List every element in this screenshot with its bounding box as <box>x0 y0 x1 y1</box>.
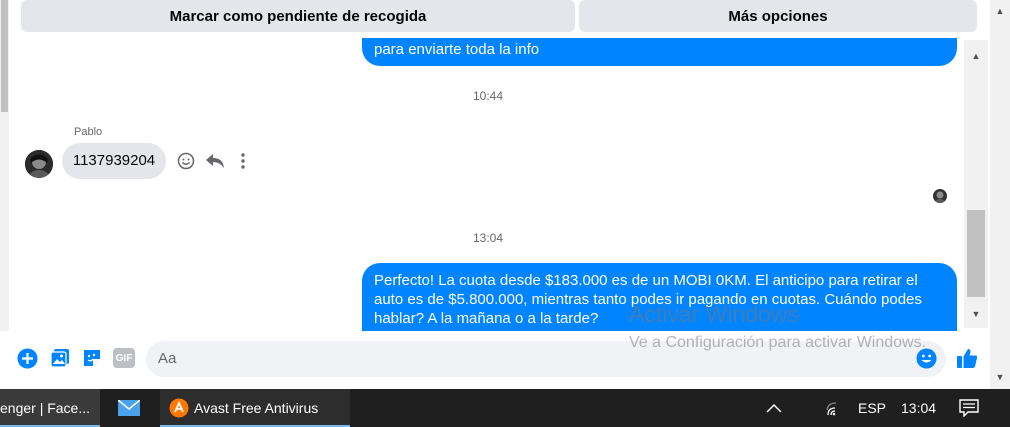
reply-icon[interactable] <box>204 151 226 171</box>
notifications-icon[interactable] <box>955 389 983 427</box>
mark-pending-button[interactable]: Marcar como pendiente de recogida <box>21 0 575 32</box>
activation-watermark-title: Activar Windows <box>629 301 799 327</box>
scroll-up-arrow[interactable]: ▲ <box>964 48 988 64</box>
chevron-up-icon[interactable] <box>760 389 788 427</box>
wifi-icon[interactable] <box>822 389 848 427</box>
window-scrollbar[interactable]: ▲ ▼ <box>990 0 1010 389</box>
conversation-scrollbar-thumb[interactable] <box>967 210 985 297</box>
page-scrollbar-thumb[interactable] <box>1 0 8 112</box>
taskbar-app-messenger[interactable]: enger | Face... <box>0 389 100 427</box>
avatar[interactable] <box>25 150 53 178</box>
taskbar-app-messenger-label: enger | Face... <box>0 400 91 416</box>
more-options-button[interactable]: Más opciones <box>579 0 977 32</box>
outgoing-message-text: para enviarte toda la info <box>374 41 540 58</box>
message-line: Perfecto! La cuota desde $183.000 es de … <box>374 272 918 289</box>
gif-label: GIF <box>115 352 133 364</box>
react-icon[interactable] <box>176 151 196 171</box>
incoming-message-text: 1137939204 <box>72 152 156 169</box>
conversation-scrollbar[interactable]: ▲ ▼ <box>964 40 988 328</box>
page-scrollbar[interactable] <box>0 0 9 385</box>
like-icon[interactable] <box>955 346 979 370</box>
clock-label: 13:04 <box>901 400 937 416</box>
taskbar-clock[interactable]: 13:04 <box>901 389 936 427</box>
add-icon[interactable] <box>16 347 38 369</box>
incoming-message[interactable]: 1137939204 <box>62 143 166 179</box>
scroll-down-arrow[interactable]: ▼ <box>964 306 988 322</box>
read-receipt-avatar <box>933 189 947 203</box>
mail-icon <box>118 400 140 416</box>
gif-icon[interactable]: GIF <box>113 348 135 368</box>
sticker-icon[interactable] <box>81 347 103 369</box>
taskbar-app-avast-label: Avast Free Antivirus <box>194 400 319 416</box>
window-scroll-up-arrow[interactable]: ▲ <box>990 3 1010 19</box>
timestamp: 13:04 <box>473 231 504 245</box>
language-label: ESP <box>858 400 887 416</box>
image-icon[interactable] <box>49 347 71 369</box>
sender-name: Pablo <box>74 126 103 138</box>
avast-icon <box>169 398 189 418</box>
activation-watermark-subtitle: Ve a Configuración para activar Windows. <box>629 334 927 351</box>
outgoing-message-partial[interactable]: para enviarte toda la info <box>362 38 957 66</box>
more-icon[interactable] <box>236 151 250 171</box>
message-input-placeholder: Aa <box>158 350 177 367</box>
taskbar: enger | Face... Avast Free Antivirus ESP… <box>0 389 1010 427</box>
taskbar-app-avast[interactable]: Avast Free Antivirus <box>160 389 350 427</box>
avatar-image <box>25 150 53 178</box>
window-scroll-down-arrow[interactable]: ▼ <box>990 369 1010 385</box>
taskbar-app-mail[interactable] <box>108 389 150 427</box>
language-indicator[interactable]: ESP <box>858 389 886 427</box>
timestamp: 10:44 <box>473 89 504 103</box>
